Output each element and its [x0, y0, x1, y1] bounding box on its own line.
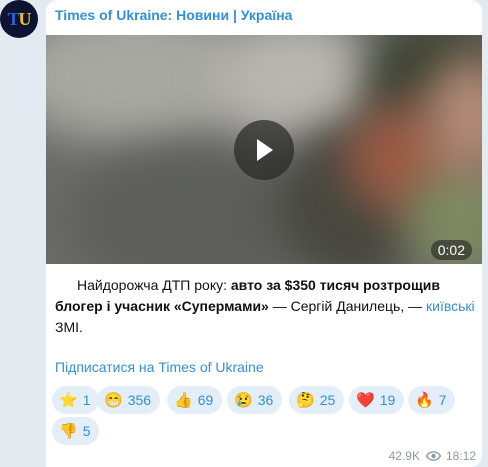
reaction-thumbs-up[interactable]: 👍 69 [167, 386, 223, 414]
video-player[interactable]: 0:02 [46, 35, 482, 264]
reaction-count: 36 [257, 392, 274, 408]
message-time: 18:12 [445, 449, 476, 463]
reaction-cry[interactable]: 😢 36 [227, 386, 283, 414]
post-caption: Найдорожча ДТП року: авто за $350 тисяч … [55, 275, 475, 338]
reaction-count: 69 [197, 392, 214, 408]
reaction-fire[interactable]: 🔥 7 [408, 386, 456, 414]
reaction-star[interactable]: ⭐ 1 [52, 386, 100, 414]
eye-icon [425, 451, 441, 461]
avatar-letter-t: T [7, 8, 19, 29]
fire-icon: 🔥 [415, 391, 434, 409]
caption-text: — Сергій Данилець, — [268, 298, 426, 314]
channel-title[interactable]: Times of Ukraine: Новини | Україна [55, 7, 292, 23]
reaction-thinking[interactable]: 🤔 25 [289, 386, 345, 414]
caption-text: Найдорожча ДТП року: [77, 277, 231, 293]
reaction-heart[interactable]: ❤️ 19 [349, 386, 405, 414]
reaction-count: 19 [379, 392, 396, 408]
caption-link[interactable]: київські [426, 298, 475, 314]
message-meta: 42.9K 18:12 [389, 449, 476, 463]
channel-avatar[interactable]: TU [0, 0, 38, 38]
video-duration: 0:02 [430, 240, 472, 260]
reaction-thumbs-down[interactable]: 👎 5 [52, 417, 100, 445]
message-bubble: Times of Ukraine: Новини | Україна 0:02 … [46, 0, 482, 467]
view-count: 42.9K [388, 449, 420, 463]
heart-icon: ❤️ [356, 391, 375, 409]
reaction-count: 5 [82, 423, 91, 439]
play-button[interactable] [234, 120, 294, 180]
thinking-face-icon: 🤔 [296, 391, 315, 409]
grin-emoji-icon: 😁 [104, 391, 123, 409]
play-icon [257, 139, 273, 161]
avatar-letter-u: U [18, 8, 32, 29]
star-icon: ⭐ [59, 391, 78, 409]
reaction-count: 356 [127, 392, 152, 408]
reaction-count: 25 [319, 392, 336, 408]
thumbs-up-icon: 👍 [174, 391, 193, 409]
reaction-grin[interactable]: 😁 356 [97, 386, 161, 414]
reaction-count: 7 [438, 392, 447, 408]
thumbs-down-icon: 👎 [59, 422, 78, 440]
crying-face-icon: 😢 [234, 391, 253, 409]
reaction-count: 1 [82, 392, 91, 408]
caption-text: ЗМІ. [55, 319, 83, 335]
subscribe-link[interactable]: Підписатися на Times of Ukraine [55, 359, 264, 375]
